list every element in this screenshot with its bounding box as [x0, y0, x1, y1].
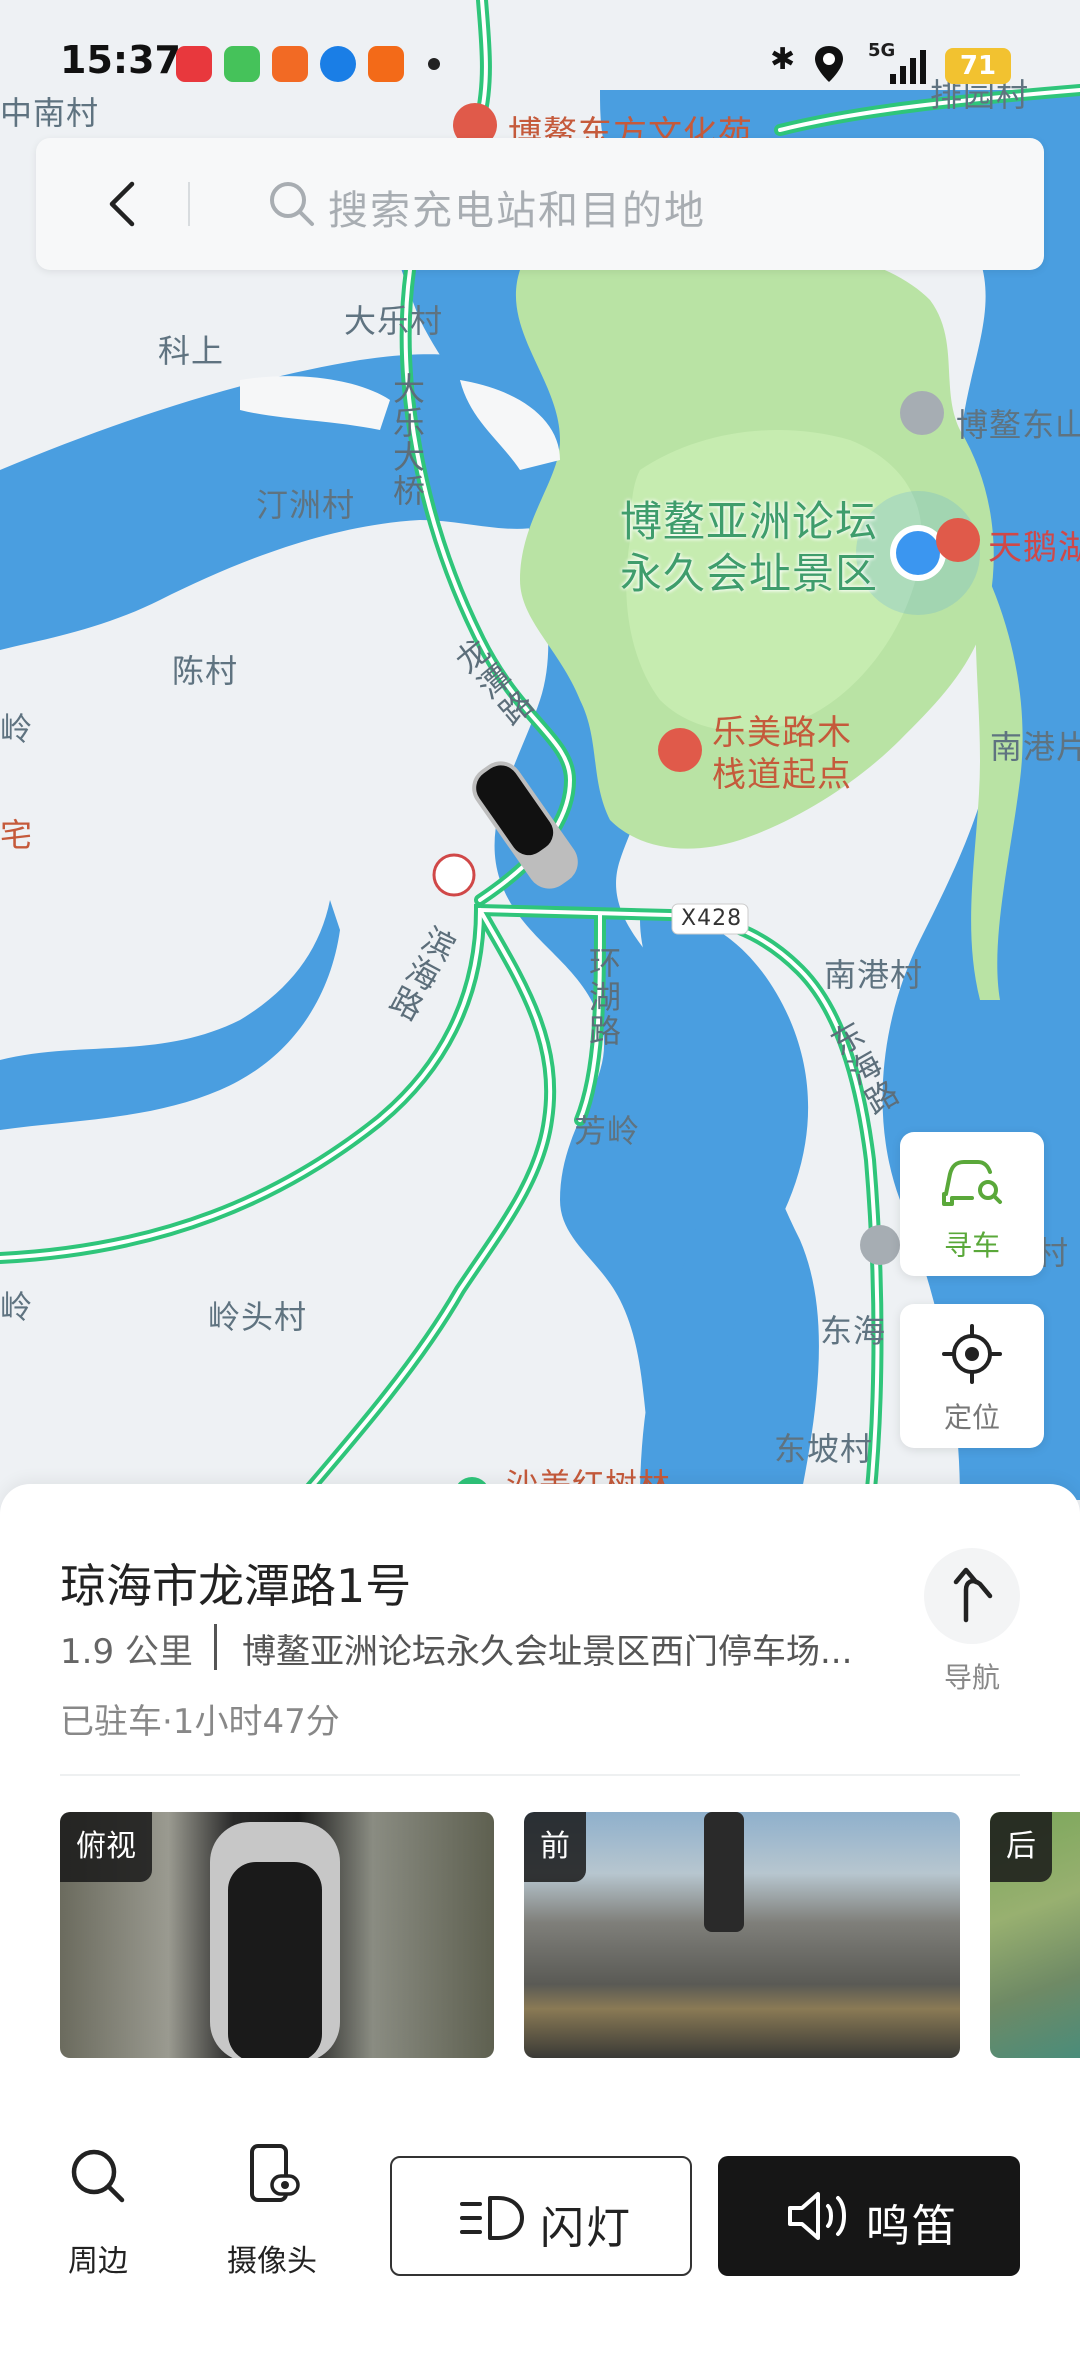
- crosshair-icon: [942, 1324, 1002, 1384]
- honk-label: 鸣笛: [866, 2201, 958, 2252]
- gas-station-icon: [432, 853, 476, 897]
- battery-indicator: 71: [945, 48, 1011, 84]
- locate-button[interactable]: 定位: [900, 1304, 1044, 1448]
- info-divider: [214, 1624, 217, 1670]
- sheet-divider: [60, 1774, 1020, 1776]
- map-label: 南港村: [824, 956, 924, 994]
- mi-icon: [368, 46, 404, 82]
- road-label: 环湖路: [584, 946, 622, 1048]
- map-label: 大乐村: [344, 302, 444, 340]
- map-label: 岭: [0, 1288, 34, 1326]
- location-dot: [896, 531, 940, 575]
- search-bar[interactable]: 搜索充电站和目的地: [36, 138, 1044, 270]
- find-car-button[interactable]: 寻车: [900, 1132, 1044, 1276]
- camera-label: 前: [524, 1812, 586, 1882]
- map-label: 宅: [0, 816, 34, 854]
- bluetooth-icon: ✱: [770, 42, 796, 77]
- place-name: 博鳌亚洲论坛永久会址景区西门停车场...: [242, 1632, 853, 1672]
- map-label: 南港片: [990, 728, 1080, 766]
- map-label: 科上: [158, 332, 225, 370]
- map-label-forum: 博鳌亚洲论坛 永久会址景区: [620, 497, 879, 598]
- back-button[interactable]: [96, 176, 152, 232]
- map-label: 汀洲村: [256, 486, 356, 524]
- map-label: 陈村: [172, 652, 239, 690]
- headlight-icon: [460, 2196, 524, 2240]
- map-label: 东坡村: [774, 1430, 874, 1468]
- map-label: 岭: [0, 710, 34, 748]
- camera-label: 俯视: [60, 1812, 152, 1882]
- map-label: 芳岭: [574, 1112, 641, 1150]
- camera-label: 摄像头: [227, 2244, 317, 2279]
- map-label: 东海: [820, 1312, 887, 1350]
- flash-lights-button[interactable]: 闪灯: [390, 2156, 692, 2276]
- location-status-icon: [815, 46, 843, 82]
- navigate-button[interactable]: [924, 1548, 1020, 1644]
- car-roof: [228, 1862, 322, 2058]
- road-label: 大乐大桥: [388, 372, 426, 508]
- locate-label: 定位: [943, 1401, 1000, 1434]
- more-notifications-icon: [428, 58, 440, 70]
- road-shield: X428: [681, 906, 743, 931]
- phone-camera-icon: [250, 2144, 300, 2202]
- find-car-label: 寻车: [943, 1229, 1000, 1262]
- parked-duration: 已驻车·1小时47分: [60, 1702, 340, 1742]
- status-bar: 15:37 ✱ 5G 71: [0, 0, 1080, 130]
- car-search-icon: [942, 1160, 1002, 1206]
- map-label: 岭头村: [208, 1298, 308, 1336]
- app-icon: [176, 46, 212, 82]
- camera-front-view[interactable]: 前: [524, 1812, 960, 2058]
- vehicle-info-sheet: 琼海市龙潭路1号 1.9 公里 博鳌亚洲论坛永久会址景区西门停车场... 已驻车…: [0, 1484, 1080, 2376]
- search-icon: [71, 2149, 125, 2203]
- signal-icon: [890, 50, 926, 84]
- nearby-label: 周边: [68, 2244, 128, 2279]
- flash-label: 闪灯: [540, 2203, 632, 2254]
- navigation-arrow-icon: [953, 1567, 993, 1623]
- map-label-lemei: 乐美路木 栈道起点: [712, 713, 852, 795]
- vehicle-address: 琼海市龙潭路1号: [60, 1559, 412, 1613]
- navigate-label: 导航: [943, 1661, 1000, 1694]
- search-icon: [270, 182, 314, 226]
- camera-label: 后: [990, 1812, 1052, 1882]
- search-divider: [188, 182, 190, 226]
- camera-rear-view[interactable]: 后: [990, 1812, 1080, 2058]
- search-input[interactable]: 搜索充电站和目的地: [328, 178, 706, 236]
- messages-icon: [224, 46, 260, 82]
- map-label: 博鳌东山: [956, 406, 1080, 444]
- honk-button[interactable]: 鸣笛: [718, 2156, 1020, 2276]
- app-icon: [272, 46, 308, 82]
- status-time: 15:37: [60, 38, 181, 82]
- browser-icon: [320, 46, 356, 82]
- map-label: 天鹅湖: [988, 528, 1080, 568]
- camera-top-view[interactable]: 俯视: [60, 1812, 494, 2058]
- speaker-icon: [788, 2192, 846, 2240]
- distance-text: 1.9 公里: [60, 1632, 193, 1672]
- person-image: [704, 1812, 744, 1932]
